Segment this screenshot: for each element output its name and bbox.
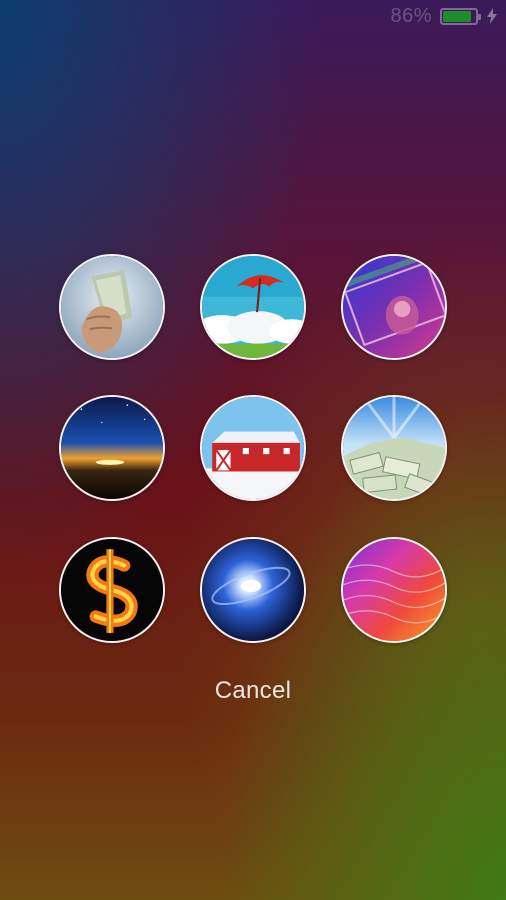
wallpaper-option-fire-dollar[interactable] [59, 537, 165, 643]
wallpaper-option-pile-of-dollars[interactable] [341, 395, 447, 501]
rainbow-waves-thumbnail [343, 539, 445, 641]
battery-level-fill [443, 10, 471, 22]
wallpaper-option-earth-sunrise[interactable] [59, 395, 165, 501]
wallpaper-option-rainbow-waves[interactable] [341, 537, 447, 643]
battery-icon [440, 7, 481, 25]
wallpaper-option-hand-with-money[interactable] [59, 254, 165, 360]
earth-sunrise-thumbnail [61, 397, 163, 499]
wallpaper-option-red-umbrella[interactable] [200, 254, 306, 360]
wallpaper-option-blue-galaxy[interactable] [200, 537, 306, 643]
status-bar: 86% [390, 4, 498, 28]
charging-bolt-icon [487, 8, 497, 24]
pile-of-dollars-thumbnail [343, 397, 445, 499]
wallpaper-row [59, 537, 449, 647]
dollar-bill-color-thumbnail [343, 256, 445, 358]
battery-percentage: 86% [390, 4, 432, 27]
blue-galaxy-thumbnail [202, 539, 304, 641]
wallpaper-option-dollar-bill-color[interactable] [341, 254, 447, 360]
hand-money-thumbnail [61, 256, 163, 358]
wallpaper-row [59, 254, 449, 364]
fire-dollar-thumbnail [61, 539, 163, 641]
red-umbrella-thumbnail [202, 256, 304, 358]
wallpaper-option-red-barn[interactable] [200, 395, 306, 501]
cancel-button[interactable]: Cancel [0, 676, 506, 706]
red-barn-thumbnail [202, 397, 304, 499]
wallpaper-row [59, 395, 449, 505]
